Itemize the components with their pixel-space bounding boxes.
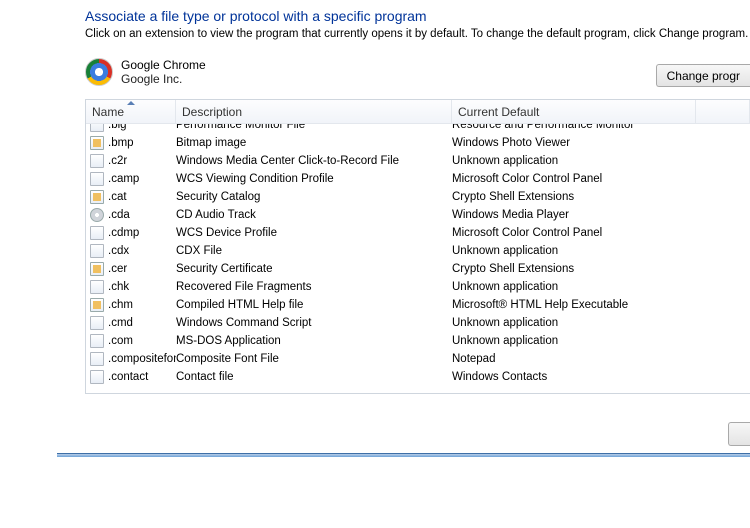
- extension-label: .cda: [108, 206, 130, 224]
- page-title: Associate a file type or protocol with a…: [85, 8, 750, 24]
- page-subtitle: Click on an extension to view the progra…: [85, 28, 750, 40]
- table-row[interactable]: .contact Contact fileWindows Contacts: [86, 368, 750, 386]
- table-row[interactable]: .cat Security CatalogCrypto Shell Extensi…: [86, 188, 750, 206]
- description-label: Windows Command Script: [176, 314, 452, 332]
- extension-label: .camp: [108, 170, 139, 188]
- current-default-label: Windows Media Player: [452, 206, 750, 224]
- extension-label: .c2r: [108, 152, 127, 170]
- file-types-list: Name Description Current Default .blg Per…: [85, 99, 750, 394]
- column-label: Name: [92, 105, 124, 119]
- description-label: Security Catalog: [176, 188, 452, 206]
- extension-label: .compositefont: [108, 350, 176, 368]
- current-default-label: Unknown application: [452, 332, 750, 350]
- file-type-icon: [90, 208, 104, 222]
- file-type-icon: [90, 136, 104, 150]
- description-label: Security Certificate: [176, 260, 452, 278]
- current-default-label: Resource and Performance Monitor: [452, 124, 750, 134]
- current-default-label: Microsoft Color Control Panel: [452, 170, 750, 188]
- change-program-button[interactable]: Change progr: [656, 64, 750, 87]
- current-default-label: Microsoft® HTML Help Executable: [452, 296, 750, 314]
- dialog-button-partial[interactable]: [728, 422, 750, 446]
- sort-ascending-icon: [127, 101, 135, 105]
- table-row[interactable]: .chk Recovered File FragmentsUnknown appl…: [86, 278, 750, 296]
- current-default-label: Microsoft Color Control Panel: [452, 224, 750, 242]
- current-default-label: Unknown application: [452, 278, 750, 296]
- window-chrome-border: [57, 453, 750, 457]
- file-type-icon: [90, 280, 104, 294]
- description-label: CDX File: [176, 242, 452, 260]
- table-row[interactable]: .com MS-DOS ApplicationUnknown applicatio…: [86, 332, 750, 350]
- description-label: Windows Media Center Click-to-Record Fil…: [176, 152, 452, 170]
- description-label: Performance Monitor File: [176, 124, 452, 134]
- list-header: Name Description Current Default: [86, 100, 750, 124]
- table-row[interactable]: .c2r Windows Media Center Click-to-Record…: [86, 152, 750, 170]
- extension-label: .cat: [108, 188, 127, 206]
- table-row[interactable]: .cmd Windows Command ScriptUnknown applic…: [86, 314, 750, 332]
- file-type-icon: [90, 316, 104, 330]
- extension-label: .cmd: [108, 314, 133, 332]
- description-label: WCS Device Profile: [176, 224, 452, 242]
- file-type-icon: [90, 370, 104, 384]
- description-label: CD Audio Track: [176, 206, 452, 224]
- list-body[interactable]: .blg Performance Monitor FileResource and…: [86, 124, 750, 393]
- extension-label: .cdx: [108, 242, 129, 260]
- selected-program: Google Chrome Google Inc.: [85, 52, 750, 92]
- file-type-icon: [90, 226, 104, 240]
- table-row[interactable]: .cdx CDX FileUnknown application: [86, 242, 750, 260]
- current-default-label: Unknown application: [452, 314, 750, 332]
- table-row[interactable]: .chm Compiled HTML Help fileMicrosoft® HT…: [86, 296, 750, 314]
- file-type-icon: [90, 244, 104, 258]
- column-header-current-default[interactable]: Current Default: [452, 100, 696, 123]
- current-default-label: Crypto Shell Extensions: [452, 188, 750, 206]
- file-type-icon: [90, 172, 104, 186]
- current-default-label: Windows Photo Viewer: [452, 134, 750, 152]
- current-default-label: Windows Contacts: [452, 368, 750, 386]
- current-default-label: Unknown application: [452, 242, 750, 260]
- table-row[interactable]: .cda CD Audio TrackWindows Media Player: [86, 206, 750, 224]
- table-row[interactable]: .cdmp WCS Device ProfileMicrosoft Color C…: [86, 224, 750, 242]
- extension-label: .contact: [108, 368, 148, 386]
- description-label: Recovered File Fragments: [176, 278, 452, 296]
- column-header-name[interactable]: Name: [86, 100, 176, 123]
- current-default-label: Crypto Shell Extensions: [452, 260, 750, 278]
- default-programs-panel: Associate a file type or protocol with a…: [57, 0, 750, 455]
- column-header-description[interactable]: Description: [176, 100, 452, 123]
- file-type-icon: [90, 262, 104, 276]
- extension-label: .chk: [108, 278, 129, 296]
- table-row[interactable]: .compositefontComposite Font FileNotepad: [86, 350, 750, 368]
- extension-label: .bmp: [108, 134, 134, 152]
- description-label: MS-DOS Application: [176, 332, 452, 350]
- extension-label: .chm: [108, 296, 133, 314]
- extension-label: .cdmp: [108, 224, 139, 242]
- description-label: WCS Viewing Condition Profile: [176, 170, 452, 188]
- file-type-icon: [90, 154, 104, 168]
- table-row[interactable]: .cer Security CertificateCrypto Shell Ext…: [86, 260, 750, 278]
- extension-label: .com: [108, 332, 133, 350]
- column-header-extra[interactable]: [696, 100, 750, 123]
- program-name: Google Chrome: [121, 58, 206, 72]
- file-type-icon: [90, 124, 104, 132]
- description-label: Bitmap image: [176, 134, 452, 152]
- file-type-icon: [90, 334, 104, 348]
- extension-label: .blg: [108, 124, 127, 134]
- file-type-icon: [90, 352, 104, 366]
- file-type-icon: [90, 298, 104, 312]
- current-default-label: Unknown application: [452, 152, 750, 170]
- table-row[interactable]: .blg Performance Monitor FileResource and…: [86, 124, 750, 134]
- extension-label: .cer: [108, 260, 127, 278]
- description-label: Composite Font File: [176, 350, 452, 368]
- current-default-label: Notepad: [452, 350, 750, 368]
- table-row[interactable]: .camp WCS Viewing Condition ProfileMicros…: [86, 170, 750, 188]
- chrome-icon: [85, 58, 113, 86]
- table-row[interactable]: .bmp Bitmap imageWindows Photo Viewer: [86, 134, 750, 152]
- file-type-icon: [90, 190, 104, 204]
- program-publisher: Google Inc.: [121, 72, 206, 86]
- description-label: Compiled HTML Help file: [176, 296, 452, 314]
- description-label: Contact file: [176, 368, 452, 386]
